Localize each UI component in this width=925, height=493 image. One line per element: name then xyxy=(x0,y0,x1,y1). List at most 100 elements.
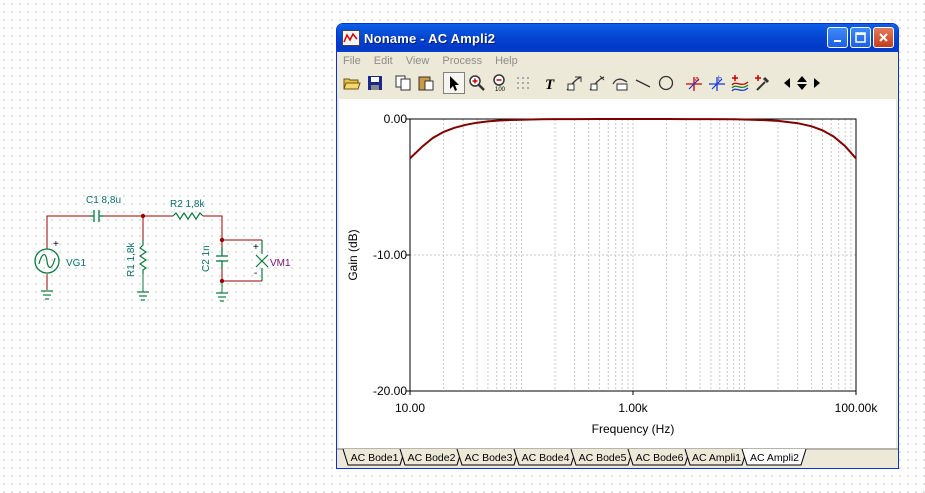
maximize-button[interactable] xyxy=(850,27,871,48)
vm1-label: VM1 xyxy=(270,258,291,269)
copy-button[interactable] xyxy=(392,72,414,94)
minimize-icon xyxy=(833,39,841,42)
cursor-b-button[interactable]: b xyxy=(706,72,728,94)
open-button[interactable] xyxy=(341,72,363,94)
analysis-window: Noname - AC Ampli2 File Edit View Proces… xyxy=(336,23,899,469)
svg-text:b: b xyxy=(718,76,722,83)
vg1-label: VG1 xyxy=(66,258,86,269)
paste-button[interactable] xyxy=(415,72,437,94)
capacitor-c2[interactable] xyxy=(216,247,228,269)
cursor-b-icon: b xyxy=(709,76,725,91)
y-tick-label: -10.00 xyxy=(373,248,407,262)
tab-ac-ampli2[interactable]: AC Ampli2 xyxy=(741,448,807,466)
cursor-a-icon: a xyxy=(686,76,702,91)
menu-view[interactable]: View xyxy=(406,55,430,67)
close-icon xyxy=(879,33,888,42)
pointer-button[interactable] xyxy=(443,72,465,94)
scroll-right-button[interactable] xyxy=(812,72,824,94)
text-button[interactable]: T xyxy=(540,72,562,94)
voltage-source-vg1[interactable] xyxy=(34,248,60,274)
resistor-r1[interactable] xyxy=(138,240,148,274)
text-icon: T xyxy=(545,77,555,92)
c2-label: C2 1n xyxy=(201,245,212,272)
svg-text:a: a xyxy=(695,76,699,83)
grid-button[interactable] xyxy=(512,72,534,94)
line-icon xyxy=(635,79,651,88)
svg-text:T: T xyxy=(545,77,555,92)
cursor-label2-button[interactable] xyxy=(586,72,608,94)
ellipse-icon xyxy=(658,75,674,91)
ground-icon xyxy=(137,291,149,301)
close-button[interactable] xyxy=(873,27,894,48)
menu-process[interactable]: Process xyxy=(442,55,482,67)
junction-dot xyxy=(140,213,146,219)
line-button[interactable] xyxy=(632,72,654,94)
resistor-r2[interactable] xyxy=(172,211,204,221)
cursor-a-button[interactable]: a xyxy=(683,72,705,94)
scroll-updown-button[interactable] xyxy=(793,72,811,94)
tab-ac-ampli1[interactable]: AC Ampli1 xyxy=(684,448,748,466)
tab-label: AC Ampli1 xyxy=(692,452,741,464)
add-marker-button[interactable] xyxy=(752,72,774,94)
grid-icon xyxy=(517,77,529,89)
r2-label: R2 1,8k xyxy=(170,199,205,210)
tab-ac-bode1[interactable]: AC Bode1 xyxy=(342,448,406,466)
cursor-label-icon xyxy=(566,76,582,91)
y-axis-label: Gain (dB) xyxy=(346,229,360,280)
tab-ac-bode2[interactable]: AC Bode2 xyxy=(399,448,463,466)
title-bar[interactable]: Noname - AC Ampli2 xyxy=(337,24,898,52)
tab-label: AC Bode5 xyxy=(579,452,627,464)
analysis-tabs: AC Bode1 AC Bode2 AC Bode3 AC Bode4 AC Bode5… xyxy=(337,448,898,468)
menu-help[interactable]: Help xyxy=(495,55,518,67)
voltmeter-vm1[interactable] xyxy=(232,239,269,282)
tab-label: AC Bode4 xyxy=(522,452,570,464)
x-tick-label: 10.00 xyxy=(395,401,425,415)
tab-label: AC Bode6 xyxy=(636,452,684,464)
copy-icon xyxy=(395,75,411,91)
x-axis-label: Frequency (Hz) xyxy=(592,422,675,436)
add-curve-icon xyxy=(731,75,749,92)
cursor-label-button[interactable] xyxy=(563,72,585,94)
pointer-icon xyxy=(450,76,459,91)
y-tick-label: -20.00 xyxy=(373,384,407,398)
menu-edit[interactable]: Edit xyxy=(374,55,393,67)
zoom-in-button[interactable] xyxy=(466,72,488,94)
maximize-icon xyxy=(855,32,866,43)
scroll-left-button[interactable] xyxy=(780,72,792,94)
window-title: Noname - AC Ampli2 xyxy=(364,30,496,46)
menu-file[interactable]: File xyxy=(343,55,361,67)
tab-ac-bode5[interactable]: AC Bode5 xyxy=(570,448,634,466)
add-marker-icon xyxy=(755,75,770,91)
scroll-arrows-icon xyxy=(797,76,807,90)
tab-ac-bode4[interactable]: AC Bode4 xyxy=(513,448,577,466)
tab-ac-bode6[interactable]: AC Bode6 xyxy=(627,448,691,466)
add-curve-button[interactable] xyxy=(729,72,751,94)
save-icon xyxy=(368,76,382,90)
zoom-100-icon: 100 xyxy=(493,74,506,92)
tab-label: AC Bode1 xyxy=(351,452,399,464)
junction-dot xyxy=(219,278,225,284)
gain-chart: 0.00 -10.00 -20.00 10.00 1.00k 100.00k F… xyxy=(346,112,878,436)
minimize-button[interactable] xyxy=(827,27,848,48)
capacitor-c1[interactable] xyxy=(90,210,104,222)
r1-label: R1 1,8k xyxy=(126,242,137,277)
tab-ac-bode3[interactable]: AC Bode3 xyxy=(456,448,520,466)
zoom-in-icon xyxy=(469,75,485,91)
app-icon xyxy=(342,30,360,46)
cursor-label3-button[interactable] xyxy=(609,72,631,94)
save-button[interactable] xyxy=(364,72,386,94)
scroll-arrows-icon xyxy=(784,78,790,88)
x-tick-label: 1.00k xyxy=(618,401,648,415)
vm1-plus: + xyxy=(253,242,259,253)
ground-icon xyxy=(41,290,53,300)
tab-label: AC Bode3 xyxy=(465,452,513,464)
junction-dot xyxy=(219,237,225,243)
vm1-minus: - xyxy=(254,268,257,279)
plot-area[interactable]: 0.00 -10.00 -20.00 10.00 1.00k 100.00k F… xyxy=(339,99,896,448)
zoom-100-button[interactable]: 100 xyxy=(489,72,511,94)
cursor-label2-icon xyxy=(589,75,605,91)
ellipse-button[interactable] xyxy=(655,72,677,94)
c1-label: C1 8,8u xyxy=(86,195,121,206)
tab-label: AC Bode2 xyxy=(408,452,456,464)
circuit-schematic: C1 8,8u R2 1,8k R1 1,8k C2 1n + VG1 + - … xyxy=(34,195,291,302)
